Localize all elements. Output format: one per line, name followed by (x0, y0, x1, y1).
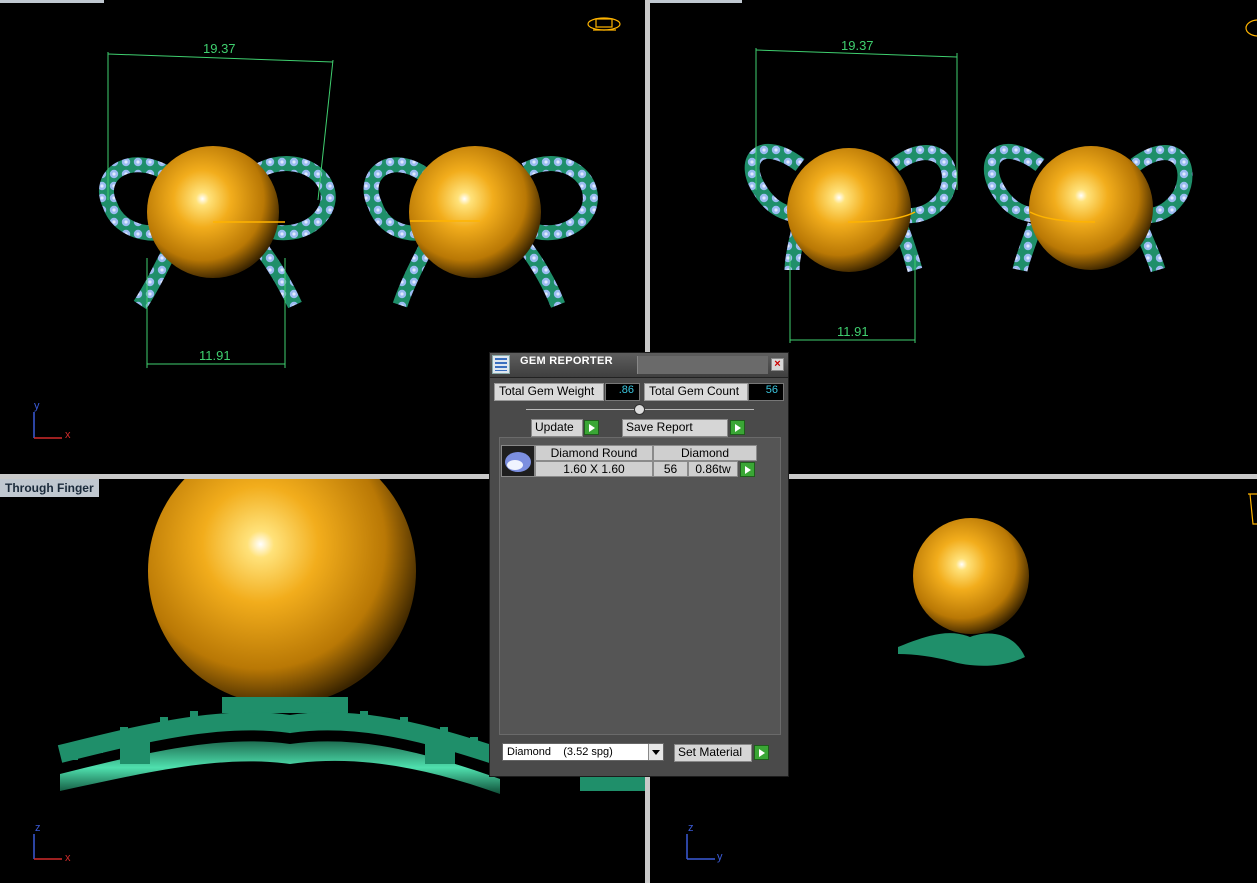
gem-list[interactable]: Diamond Round Diamond 1.60 X 1.60 56 0.8… (499, 437, 781, 735)
update-button[interactable]: Update (531, 419, 583, 437)
axis-gizmo (33, 412, 62, 439)
gold-pearl (913, 518, 1029, 634)
dimension-label-bottom: 11.91 (199, 348, 231, 363)
close-icon[interactable]: × (771, 358, 784, 371)
gem-shape-cell: Diamond Round (535, 445, 653, 461)
gold-pearl (787, 148, 911, 272)
dimension-label-width: 19.37 (203, 41, 236, 56)
gem-material-cell: Diamond (653, 445, 757, 461)
material-select-value: Diamond (3.52 spg) (507, 746, 613, 758)
view-cube-icon (1245, 19, 1257, 37)
chevron-down-icon[interactable] (648, 744, 663, 760)
set-material-button[interactable]: Set Material (674, 744, 752, 762)
update-go-icon[interactable] (584, 420, 599, 435)
slider-handle[interactable] (634, 404, 645, 415)
dimension-label-bottom: 11.91 (837, 324, 869, 339)
total-gem-count-value: 56 (748, 383, 784, 401)
axis-y-label: y (34, 400, 40, 412)
total-gem-weight-label: Total Gem Weight (494, 383, 604, 401)
gold-pearl (1029, 146, 1153, 270)
view-cube-icon (587, 17, 621, 31)
total-gem-weight-value: .86 (605, 383, 640, 401)
axis-x-label: x (65, 852, 71, 864)
axis-x-label: x (65, 429, 71, 441)
gem-count-cell: 56 (653, 461, 688, 477)
panel-titlebar[interactable]: GEM REPORTER × (490, 353, 788, 378)
axis-z-label: z (35, 822, 41, 834)
gold-pearl (409, 146, 541, 278)
total-gem-count-label: Total Gem Count (644, 383, 748, 401)
gold-pearl (147, 146, 279, 278)
gem-row-go-icon[interactable] (740, 462, 755, 477)
ring-band (898, 633, 1025, 666)
gold-pearl (148, 479, 416, 705)
panel-title: GEM REPORTER (520, 355, 613, 367)
view-cube-icon (1248, 493, 1257, 525)
gem-reporter-panel: GEM REPORTER × Total Gem Weight .86 Tota… (489, 352, 789, 777)
dimension-label-width: 19.37 (841, 38, 874, 53)
material-select[interactable]: Diamond (3.52 spg) (502, 743, 664, 761)
axis-y-label: y (717, 851, 723, 863)
gem-size-cell: 1.60 X 1.60 (535, 461, 653, 477)
save-report-go-icon[interactable] (730, 420, 745, 435)
axis-z-label: z (688, 822, 694, 834)
gem-weight-cell: 0.86tw (688, 461, 738, 477)
save-report-button[interactable]: Save Report (622, 419, 728, 437)
gem-reporter-app-icon (492, 355, 510, 374)
titlebar-tab (637, 356, 768, 374)
set-material-go-icon[interactable] (754, 745, 769, 760)
diamond-gem-icon[interactable] (501, 445, 535, 477)
viewport-label[interactable]: Through Finger (0, 479, 99, 497)
